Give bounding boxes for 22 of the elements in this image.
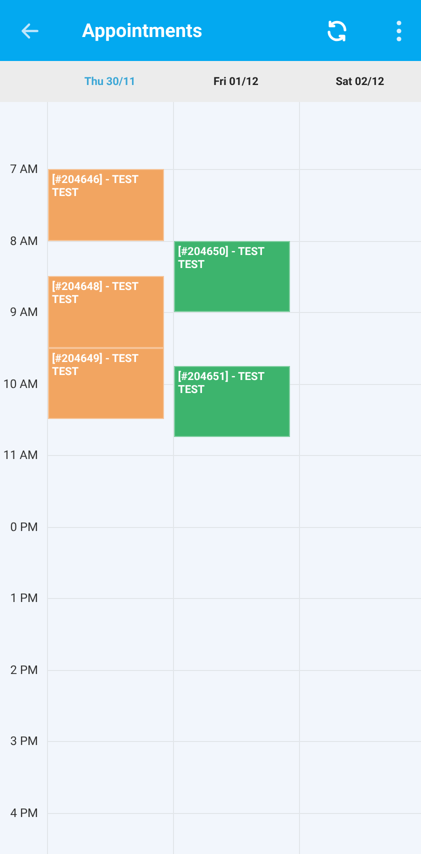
hour-label: 7 AM xyxy=(10,162,38,176)
appointment-block[interactable]: [#204648] - TEST TEST xyxy=(48,276,164,348)
refresh-icon xyxy=(325,18,349,42)
hour-label: 2 PM xyxy=(10,662,38,676)
refresh-button[interactable] xyxy=(325,18,349,42)
hour-label: 1 PM xyxy=(10,591,38,605)
hour-label: 11 AM xyxy=(3,448,38,462)
day-tab[interactable]: Thu 30/11 xyxy=(47,61,173,102)
hour-label: 4 PM xyxy=(10,806,38,820)
hour-label: 8 AM xyxy=(10,234,38,248)
appointment-block[interactable]: [#204649] - TEST TEST xyxy=(48,348,164,420)
screen-title: Appointments xyxy=(82,19,204,42)
appointment-block[interactable]: [#204651] - TEST TEST xyxy=(174,366,290,438)
more-vertical-icon xyxy=(396,20,402,42)
day-tab[interactable]: Fri 01/12 xyxy=(173,61,299,102)
hour-label: 3 PM xyxy=(10,734,38,748)
day-tab[interactable]: Sat 02/12 xyxy=(299,61,421,102)
appointment-block[interactable]: [#204646] - TEST TEST xyxy=(48,169,164,240)
hour-label: 0 PM xyxy=(10,520,38,534)
hour-label: 10 AM xyxy=(3,376,38,390)
appointment-block[interactable]: [#204650] - TEST TEST xyxy=(174,240,290,312)
hour-label: 9 AM xyxy=(10,305,38,319)
